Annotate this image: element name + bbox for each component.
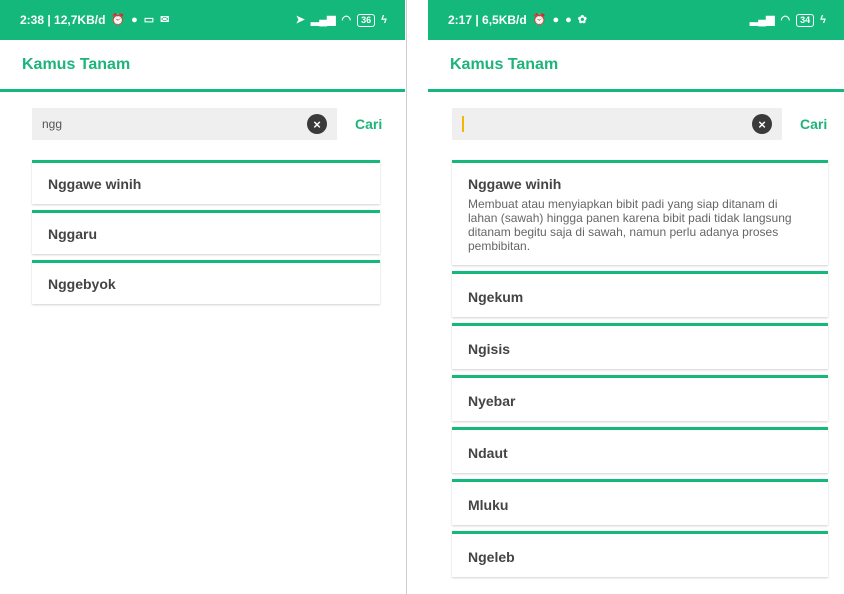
list-item-expanded[interactable]: Nggawe winih Membuat atau menyiapkan bib…	[452, 160, 828, 265]
list-item-title: Ngisis	[468, 341, 511, 357]
phone-screen-left: 2:38 | 12,7KB/d ⏰ ● ▭ ✉ ➤ ▂▄▆ ◠ 36 ϟ Kam…	[0, 0, 405, 594]
status-time: 2:38 | 12,7KB/d	[20, 13, 106, 27]
list-item[interactable]: Ngisis	[452, 323, 828, 369]
battery-icon: 34	[796, 13, 815, 27]
list-item[interactable]: Ngeleb	[452, 531, 828, 577]
list-item-title: Ngeleb	[468, 549, 515, 565]
list-item[interactable]: Ngekum	[452, 271, 828, 317]
list-item-title: Nggawe winih	[48, 176, 142, 192]
text-cursor	[462, 116, 464, 132]
status-bar: 2:38 | 12,7KB/d ⏰ ● ▭ ✉ ➤ ▂▄▆ ◠ 36 ϟ	[0, 0, 405, 40]
charging-icon: ϟ	[381, 13, 387, 26]
settings-icon: ✿	[577, 13, 587, 26]
list-item-title: Nggaru	[48, 226, 97, 242]
list-item-title: Ndaut	[468, 445, 508, 461]
list-item-description: Membuat atau menyiapkan bibit padi yang …	[468, 197, 792, 253]
list-item[interactable]: Mluku	[452, 479, 828, 525]
list-item[interactable]: Nggawe winih	[32, 160, 380, 204]
mail-icon: ✉	[160, 13, 170, 26]
app-title: Kamus Tanam	[450, 55, 559, 73]
list-item-title: Nyebar	[468, 393, 516, 409]
clock-alarm-icon: ⏰	[111, 13, 126, 26]
list-item-title: Ngekum	[468, 289, 524, 305]
search-input-value: ngg	[42, 117, 63, 131]
status-time: 2:17 | 6,5KB/d	[448, 13, 527, 27]
app-notification-icon: ●	[565, 13, 572, 26]
status-bar: 2:17 | 6,5KB/d ⏰ ● ● ✿ ▂▄▆ ◠ 34 ϟ	[428, 0, 844, 40]
list-item[interactable]: Nggaru	[32, 210, 380, 254]
clock-alarm-icon: ⏰	[532, 13, 547, 26]
close-circle-icon[interactable]: ×	[752, 114, 772, 134]
battery-icon: 36	[357, 13, 376, 27]
search-button[interactable]: Cari	[800, 116, 827, 132]
signal-icon: ▂▄▆	[749, 13, 775, 26]
wifi-icon: ◠	[341, 13, 352, 26]
list-item-title: Nggawe winih	[468, 176, 562, 192]
app-bar: Kamus Tanam	[428, 40, 844, 92]
result-list: Nggawe winih Membuat atau menyiapkan bib…	[452, 160, 828, 577]
phone-screen-right: 2:17 | 6,5KB/d ⏰ ● ● ✿ ▂▄▆ ◠ 34 ϟ Kamus …	[428, 0, 844, 594]
app-notification-icon: ●	[131, 13, 138, 26]
search-button[interactable]: Cari	[355, 116, 382, 132]
signal-icon: ▂▄▆	[310, 13, 336, 26]
screenshot-divider	[406, 0, 407, 594]
list-item[interactable]: Nyebar	[452, 375, 828, 421]
close-circle-icon[interactable]: ×	[307, 114, 327, 134]
location-arrow-icon: ➤	[295, 13, 305, 26]
app-title: Kamus Tanam	[22, 55, 131, 73]
search-row: × Cari	[452, 108, 844, 140]
screen-icon: ▭	[143, 13, 155, 26]
result-list: Nggawe winih Nggaru Nggebyok	[32, 160, 380, 304]
search-input[interactable]: ×	[452, 108, 782, 140]
charging-icon: ϟ	[820, 13, 826, 26]
app-bar: Kamus Tanam	[0, 40, 405, 92]
list-item[interactable]: Ndaut	[452, 427, 828, 473]
app-notification-icon: ●	[552, 13, 560, 26]
list-item-title: Nggebyok	[48, 276, 116, 292]
wifi-icon: ◠	[780, 13, 791, 26]
search-input[interactable]: ngg ×	[32, 108, 337, 140]
search-row: ngg × Cari	[32, 108, 405, 140]
list-item-title: Mluku	[468, 497, 509, 513]
list-item[interactable]: Nggebyok	[32, 260, 380, 304]
